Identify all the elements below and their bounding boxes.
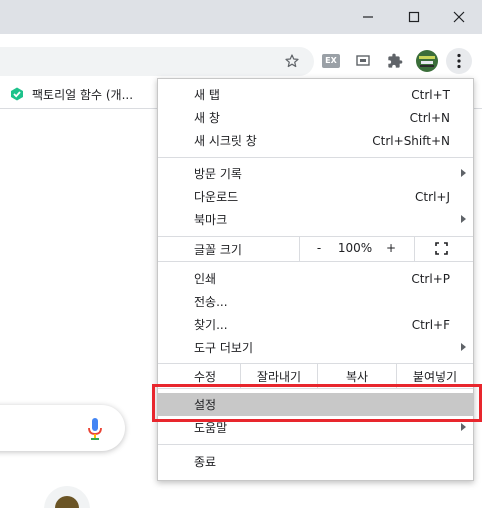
zoom-out-button[interactable]: -	[310, 241, 328, 255]
menu-separator	[158, 157, 473, 158]
menu-item-bookmarks[interactable]: 북마크	[158, 208, 473, 231]
submenu-arrow-icon	[461, 343, 466, 351]
minimize-button[interactable]	[345, 0, 391, 34]
menu-item-label: 새 창	[194, 111, 220, 125]
fullscreen-icon[interactable]	[435, 242, 448, 255]
menu-item-shortcut: Ctrl+T	[411, 87, 450, 102]
title-bar	[0, 0, 482, 34]
menu-item-shortcut: Ctrl+J	[415, 189, 450, 204]
zoom-in-button[interactable]: +	[382, 241, 400, 255]
microphone-icon[interactable]	[88, 418, 102, 440]
submenu-arrow-icon	[461, 423, 466, 431]
extension-ex-button[interactable]: EX	[318, 48, 344, 74]
google-search-box[interactable]	[0, 405, 125, 451]
menu-separator	[158, 444, 473, 445]
menu-item-cast[interactable]: 전송...	[158, 290, 473, 313]
maximize-button[interactable]	[391, 0, 437, 34]
menu-item-label: 방문 기록	[194, 167, 242, 181]
ex-extension-icon: EX	[322, 54, 340, 68]
profile-button[interactable]	[414, 48, 440, 74]
menu-item-downloads[interactable]: 다운로드 Ctrl+J	[158, 185, 473, 208]
media-icon	[356, 55, 370, 66]
zoom-level: 100%	[337, 241, 373, 255]
kebab-menu-icon	[457, 53, 461, 69]
menu-item-history[interactable]: 방문 기록	[158, 162, 473, 185]
menu-item-label: 종료	[194, 455, 217, 469]
menu-item-label: 다운로드	[194, 190, 239, 204]
menu-item-label: 인쇄	[194, 272, 217, 286]
menu-separator	[158, 261, 473, 262]
star-icon	[285, 54, 299, 68]
menu-item-incognito[interactable]: 새 시크릿 창 Ctrl+Shift+N	[158, 129, 473, 152]
media-control-button[interactable]	[350, 48, 376, 74]
menu-item-print[interactable]: 인쇄 Ctrl+P	[158, 267, 473, 290]
bookmark-label: 팩토리얼 함수 (개...	[32, 87, 134, 102]
extensions-button[interactable]	[382, 48, 408, 74]
bookmark-item[interactable]: 팩토리얼 함수 (개...	[10, 85, 133, 103]
menu-item-new-window[interactable]: 새 창 Ctrl+N	[158, 106, 473, 129]
close-button[interactable]	[436, 0, 482, 34]
bookmark-favicon-icon	[11, 87, 23, 101]
menu-item-new-tab[interactable]: 새 탭 Ctrl+T	[158, 83, 473, 106]
menu-item-shortcut: Ctrl+F	[411, 317, 450, 332]
zoom-label: 글꼴 크기	[194, 242, 242, 257]
menu-item-shortcut: Ctrl+N	[409, 110, 450, 125]
profile-avatar	[416, 50, 438, 72]
menu-item-label: 새 탭	[194, 88, 220, 102]
submenu-arrow-icon	[461, 215, 466, 223]
browser-window: EX 팩토리얼 함수 (개... 새 탭 Ctrl+T 새 창 Ctrl+N 새…	[0, 0, 482, 508]
submenu-arrow-icon	[461, 169, 466, 177]
menu-item-label: 찾기...	[194, 318, 228, 332]
paste-button[interactable]: 붙여넣기	[397, 368, 473, 385]
puzzle-icon	[388, 53, 403, 68]
menu-item-label: 북마크	[194, 213, 228, 227]
minimize-icon	[363, 16, 373, 18]
copy-button[interactable]: 복사	[318, 368, 396, 385]
menu-item-find[interactable]: 찾기... Ctrl+F	[158, 313, 473, 336]
menu-item-shortcut: Ctrl+Shift+N	[372, 133, 450, 148]
zoom-divider	[299, 237, 300, 261]
zoom-divider	[414, 237, 415, 261]
menu-item-shortcut: Ctrl+P	[411, 271, 450, 286]
chrome-menu-button[interactable]	[446, 48, 472, 74]
menu-item-label: 도구 더보기	[194, 341, 254, 355]
highlight-box	[152, 384, 482, 422]
cut-button[interactable]: 잘라내기	[241, 368, 317, 385]
maximize-icon	[408, 11, 420, 23]
menu-item-label: 전송...	[194, 295, 228, 309]
close-icon	[453, 11, 465, 23]
menu-item-more-tools[interactable]: 도구 더보기	[158, 336, 473, 359]
bookmark-star-button[interactable]	[279, 48, 305, 74]
menu-item-exit[interactable]: 종료	[158, 450, 473, 473]
address-bar[interactable]	[0, 47, 314, 76]
menu-item-label: 새 시크릿 창	[194, 134, 257, 148]
edit-label: 수정	[194, 369, 217, 384]
